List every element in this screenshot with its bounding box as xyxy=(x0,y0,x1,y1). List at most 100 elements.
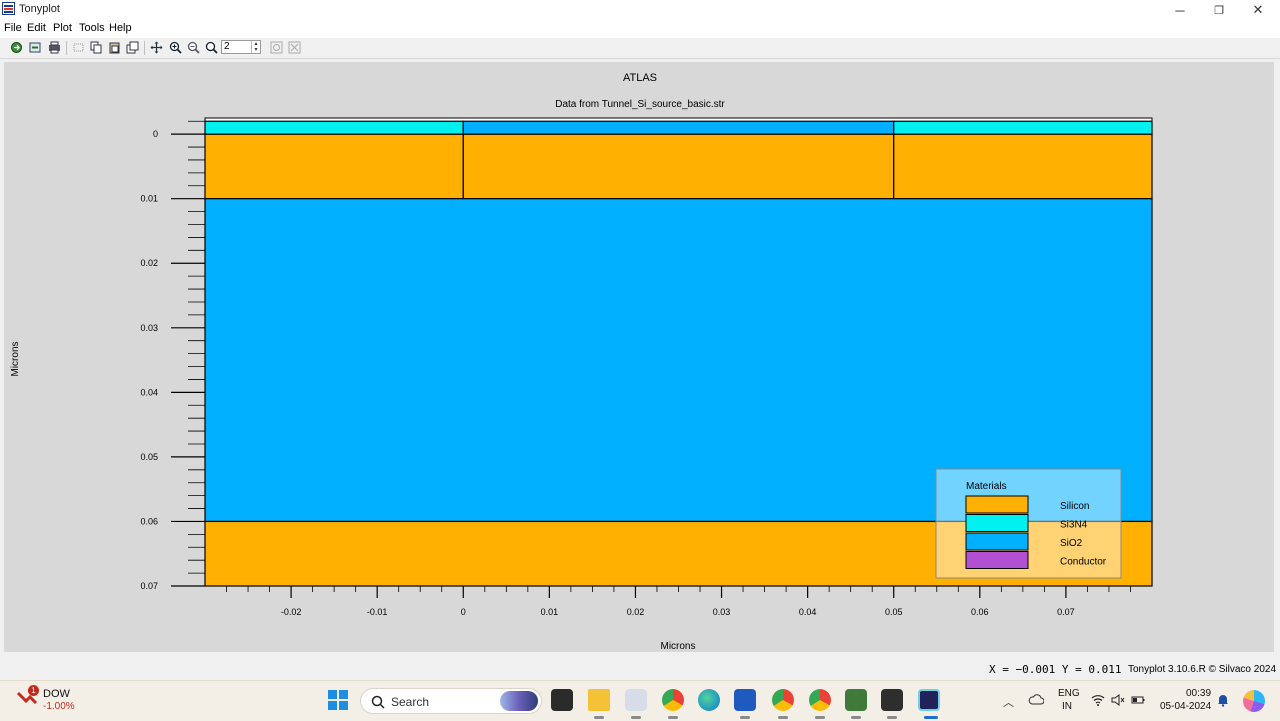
window-title: Tonyplot xyxy=(19,3,60,15)
search-icon xyxy=(371,695,385,709)
stock-name[interactable]: DOW xyxy=(43,688,70,700)
x-tick-label: 0.07 xyxy=(1057,607,1075,617)
stock-change[interactable]: -1.00% xyxy=(43,701,75,712)
tonyplot-app-icon xyxy=(2,2,15,15)
running-indicator xyxy=(887,716,897,719)
close-button[interactable]: ✕ xyxy=(1240,0,1276,20)
terminal-icon[interactable] xyxy=(881,689,903,711)
x-tick-label: 0.02 xyxy=(627,607,645,617)
menu-edit[interactable]: Edit xyxy=(27,22,46,34)
pan-icon[interactable] xyxy=(150,41,163,54)
x-axis-label: Microns xyxy=(660,641,695,652)
import-icon[interactable] xyxy=(29,41,42,54)
running-indicator xyxy=(631,716,641,719)
y-tick-label: 0.01 xyxy=(140,194,158,204)
region-indicator[interactable]: IN xyxy=(1062,701,1072,712)
legend-swatch-silicon xyxy=(965,495,1029,514)
y-tick-label: 0 xyxy=(153,129,158,139)
volume-muted-icon[interactable] xyxy=(1111,693,1125,707)
y-tick-label: 0.03 xyxy=(140,323,158,333)
menu-tools[interactable]: Tools xyxy=(79,22,105,34)
zoom-in-icon[interactable] xyxy=(169,41,182,54)
legend-label-si3n4: Si3N4 xyxy=(1060,520,1088,531)
duplicate-icon[interactable] xyxy=(126,41,139,54)
taskbar-search-box[interactable]: Search xyxy=(360,688,542,714)
language-indicator[interactable]: ENG xyxy=(1058,688,1080,699)
plot-title: ATLAS xyxy=(623,72,657,84)
running-indicator xyxy=(851,716,861,719)
zoom-factor-value: 2 xyxy=(224,41,230,52)
notification-badge: 1 xyxy=(28,685,39,696)
running-indicator xyxy=(778,716,788,719)
menu-plot[interactable]: Plot xyxy=(53,22,72,34)
maximize-button[interactable]: ❐ xyxy=(1201,0,1237,20)
windows-taskbar: 1 DOW -1.00% Search ︿ ENG IN 00:39 05-04… xyxy=(0,680,1280,721)
zoom-factor-spinner[interactable]: 2 ▴ ▾ xyxy=(221,40,261,54)
wifi-icon[interactable] xyxy=(1091,693,1105,707)
legend-swatch-conductor xyxy=(965,551,1029,569)
y-tick-label: 0.07 xyxy=(140,581,158,591)
x-tick-label: 0.06 xyxy=(971,607,989,617)
onedrive-cloud-icon[interactable] xyxy=(1028,693,1044,705)
y-tick-label: 0.06 xyxy=(140,516,158,526)
legend-swatch-si3n4 xyxy=(965,514,1029,532)
menu-file[interactable]: File xyxy=(4,22,22,34)
region-silicon xyxy=(204,133,464,200)
legend-title: Materials xyxy=(966,481,1007,492)
region-silicon xyxy=(462,133,895,200)
toolbar-separator xyxy=(144,41,145,55)
x-tick-label: -0.02 xyxy=(281,607,302,617)
x-tick-label: -0.01 xyxy=(367,607,388,617)
copilot-icon[interactable] xyxy=(1243,690,1265,712)
select-region-icon[interactable] xyxy=(72,41,85,54)
word-icon[interactable] xyxy=(734,689,756,711)
x-tick-label: 0.05 xyxy=(885,607,903,617)
running-indicator xyxy=(740,716,750,719)
y-tick-label: 0.02 xyxy=(140,258,158,268)
toolbar-separator xyxy=(66,41,67,55)
x-tick-label: 0.04 xyxy=(799,607,817,617)
materials-legend[interactable]: Materials Silicon Si3N4 SiO2 Conductor xyxy=(935,468,1122,579)
x-tick-label: 0.01 xyxy=(541,607,559,617)
copy-icon[interactable] xyxy=(90,41,103,54)
edge-icon[interactable] xyxy=(698,689,720,711)
clock-date[interactable]: 05-04-2024 xyxy=(1160,701,1211,712)
region-si3n4 xyxy=(204,120,464,135)
region-si3n4 xyxy=(893,120,1153,135)
xming-icon[interactable] xyxy=(845,689,867,711)
running-indicator xyxy=(594,716,604,719)
snipping-tool-icon[interactable] xyxy=(625,689,647,711)
reload-icon[interactable] xyxy=(10,41,23,54)
notification-bell-icon[interactable] xyxy=(1216,693,1230,707)
legend-label-silicon: Silicon xyxy=(1060,501,1089,512)
battery-icon[interactable] xyxy=(1131,693,1145,707)
print-icon[interactable] xyxy=(48,41,61,54)
minimize-button[interactable]: ─ xyxy=(1162,0,1198,20)
task-view-icon[interactable] xyxy=(551,689,573,711)
y-tick-label: 0.04 xyxy=(140,387,158,397)
zoom-reset-icon[interactable] xyxy=(288,41,301,54)
zoom-factor-icon xyxy=(205,41,218,54)
search-highlight-image xyxy=(500,691,538,711)
tray-overflow-chevron-icon[interactable]: ︿ xyxy=(1003,694,1014,710)
legend-label-conductor: Conductor xyxy=(1060,557,1107,568)
region-sio2 xyxy=(462,120,895,135)
zoom-out-icon[interactable] xyxy=(187,41,200,54)
title-bar: Tonyplot ─ ❐ ✕ xyxy=(0,0,1280,20)
chrome-profile-icon[interactable] xyxy=(809,689,831,711)
windows-start-icon[interactable] xyxy=(328,690,348,710)
status-bar: X = −0.001 Y = 0.011 Tonyplot 3.10.6.R ©… xyxy=(0,660,1280,680)
x-tick-label: 0.03 xyxy=(713,607,731,617)
chrome-icon[interactable] xyxy=(662,689,684,711)
chrome-profile-icon[interactable] xyxy=(772,689,794,711)
region-silicon xyxy=(893,133,1153,200)
clock-time[interactable]: 00:39 xyxy=(1186,688,1211,699)
menu-help[interactable]: Help xyxy=(109,22,132,34)
paste-icon[interactable] xyxy=(108,41,121,54)
plot-canvas[interactable]: ATLAS Data from Tunnel_Si_source_basic.s… xyxy=(4,62,1274,652)
tonyplot-taskbar-icon[interactable] xyxy=(918,689,940,711)
spinner-arrows-icon[interactable]: ▴ ▾ xyxy=(251,41,260,53)
structure-plot[interactable]: ATLAS Data from Tunnel_Si_source_basic.s… xyxy=(4,62,1274,652)
file-explorer-icon[interactable] xyxy=(588,689,610,711)
zoom-fit-icon[interactable] xyxy=(270,41,283,54)
